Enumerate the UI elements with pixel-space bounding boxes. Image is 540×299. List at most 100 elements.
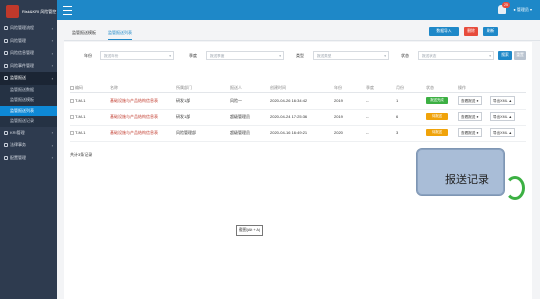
sidebar-subitem[interactable]: 监管报送数据 [0,84,57,95]
chevron-right-icon: › [51,38,53,44]
chevron-down-icon: ▾ [489,54,491,58]
filter-type-select[interactable]: 报送类型 ▾ [313,51,389,60]
select-all-checkbox[interactable] [70,85,74,90]
export-xml-button[interactable]: 导出XML ▲ [490,96,515,105]
filter-year-label: 年份 [84,53,92,58]
row-time: 2020-04-16 16:49:21 [270,130,308,135]
menu-icon [4,63,8,68]
chevron-right-icon: › [51,63,53,69]
sidebar-item[interactable]: 配置管理 › [0,152,57,165]
row-month: 1 [396,98,399,103]
sidebar-subitem[interactable]: 监管报送记录 [0,116,57,127]
sidebar-item-label: 配置管理 [10,154,26,160]
topbar: 25 ● 管理员 ▾ [57,0,540,20]
sidebar-item-label: 风险事件管理 [10,62,34,68]
col-reporter: 报送人 [230,85,242,90]
import-button[interactable]: 数据导入 [429,27,459,36]
export-xml-button[interactable]: 导出XML ▲ [490,112,515,121]
chevron-right-icon: › [51,142,53,148]
col-month: 月份 [396,85,404,90]
menu-icon [4,130,8,135]
menu-icon [4,51,8,56]
tab-template[interactable]: 监管报送模板 [72,30,96,36]
menu-toggle-icon[interactable] [63,6,72,15]
user-label: 管理员 [516,7,529,12]
row-time: 2020-04-26 16:34:42 [270,98,308,103]
view-report-button[interactable]: 查看报送 ● [458,96,482,105]
export-xml-button[interactable]: 导出XML ▲ [490,128,515,137]
filter-year-select[interactable]: 报送年份 ▾ [100,51,174,60]
row-checkbox[interactable] [70,130,74,135]
sidebar-item[interactable]: 监管报送 › [0,72,57,85]
sidebar-item-label: 监管报送 [10,75,26,81]
row-code: T-M-1 [75,114,86,119]
row-reporter: 超级管理员 [230,130,250,135]
user-menu[interactable]: ● 管理员 ▾ [513,7,532,13]
table-row: T-M-1 基础设施与产品结构信息表 研发1部 风险一 2020-04-26 16:34… [70,93,526,110]
chevron-right-icon: › [51,130,53,136]
delete-button[interactable]: 删除 [464,27,478,36]
sidebar-item[interactable]: 风险管理 › [0,35,57,48]
total-records: 共计3条记录 [70,152,93,157]
chevron-down-icon: ▾ [384,54,386,58]
row-year: 2019 [334,114,343,119]
sidebar-item[interactable]: 风险管理流程 › [0,22,57,35]
tab-list[interactable]: 监管报送列表 [108,30,132,40]
row-month: 3 [396,130,399,135]
sidebar-item-label: 风险管理流程 [10,25,34,31]
app-logo-text: Risk&KRI 风险管控 [22,8,57,14]
row-month: 6 [396,114,399,119]
chevron-right-icon: › [51,75,53,81]
sidebar: Risk&KRI 风险管控 风险管理流程 › 风险管理 › 风险信息管理 › 风险事件管理 ›… [0,0,57,299]
col-dept: 所属部门 [176,85,192,90]
menu-icon [4,38,8,43]
callout-text: 报送记录 [445,174,489,186]
chevron-down-icon: ▾ [279,54,281,58]
search-button[interactable]: 搜索 [498,51,512,60]
row-dept: 风险管理部 [176,130,196,135]
view-report-button[interactable]: 查看报送 ● [458,112,482,121]
chevron-down-icon: ▾ [169,54,171,58]
sidebar-subitem[interactable]: 监管报送列表 [0,105,57,116]
row-code: T-M-1 [75,98,86,103]
filter-quarter-select[interactable]: 报送季度 ▾ [206,51,284,60]
screenshot-hint: 截图(Alt + A) [236,225,264,236]
reset-button[interactable]: 重置 [514,51,526,60]
filter-status-label: 状态 [401,53,409,58]
page-tabs: 监管报送模板 监管报送列表 数据导入 删除 刷新 [64,26,540,41]
menu-icon [4,143,8,148]
view-report-button[interactable]: 查看报送 ● [458,128,482,137]
row-time: 2020-04-24 17:25:36 [270,114,308,119]
status-badge: 报送完成 [426,97,448,104]
row-quarter: -- [366,130,369,135]
notification-badge: 25 [502,2,510,8]
table-header: 编码 名称 所属部门 报送人 创建时间 年份 季度 月份 状态 操作 [70,83,526,93]
sidebar-item[interactable]: 风险事件管理 › [0,60,57,73]
logo-mark-icon [6,4,19,18]
col-time: 创建时间 [270,85,286,90]
row-year: 2020 [334,130,343,135]
status-badge: 待报送 [426,129,448,136]
table-row: T-M-1 基础设施与产品结构信息表 研发1部 超级管理员 2020-04-24 17:… [70,109,526,126]
col-year: 年份 [334,85,342,90]
sidebar-item[interactable]: KRI管理 › [0,127,57,140]
row-name[interactable]: 基础设施与产品结构信息表 [110,130,158,136]
filter-status-select[interactable]: 报送状态 ▾ [418,51,494,60]
chevron-right-icon: › [51,155,53,161]
sidebar-subitem[interactable]: 监管报送模板 [0,95,57,106]
row-reporter: 超级管理员 [230,114,250,119]
row-year: 2019 [334,98,343,103]
row-name[interactable]: 基础设施与产品结构信息表 [110,114,158,120]
col-status: 状态 [426,85,434,90]
row-name[interactable]: 基础设施与产品结构信息表 [110,98,158,104]
sidebar-item-label: 风险信息管理 [10,50,34,56]
sidebar-item[interactable]: 风险信息管理 › [0,47,57,60]
sidebar-item[interactable]: 法律事务 › [0,139,57,152]
sidebar-item-label: KRI管理 [10,129,25,135]
row-checkbox[interactable] [70,114,74,119]
refresh-button[interactable]: 刷新 [483,27,498,36]
filter-type-label: 类型 [296,53,304,58]
sidebar-item-label: 法律事务 [10,142,26,148]
row-checkbox[interactable] [70,98,74,103]
app-logo: Risk&KRI 风险管控 [0,0,57,22]
